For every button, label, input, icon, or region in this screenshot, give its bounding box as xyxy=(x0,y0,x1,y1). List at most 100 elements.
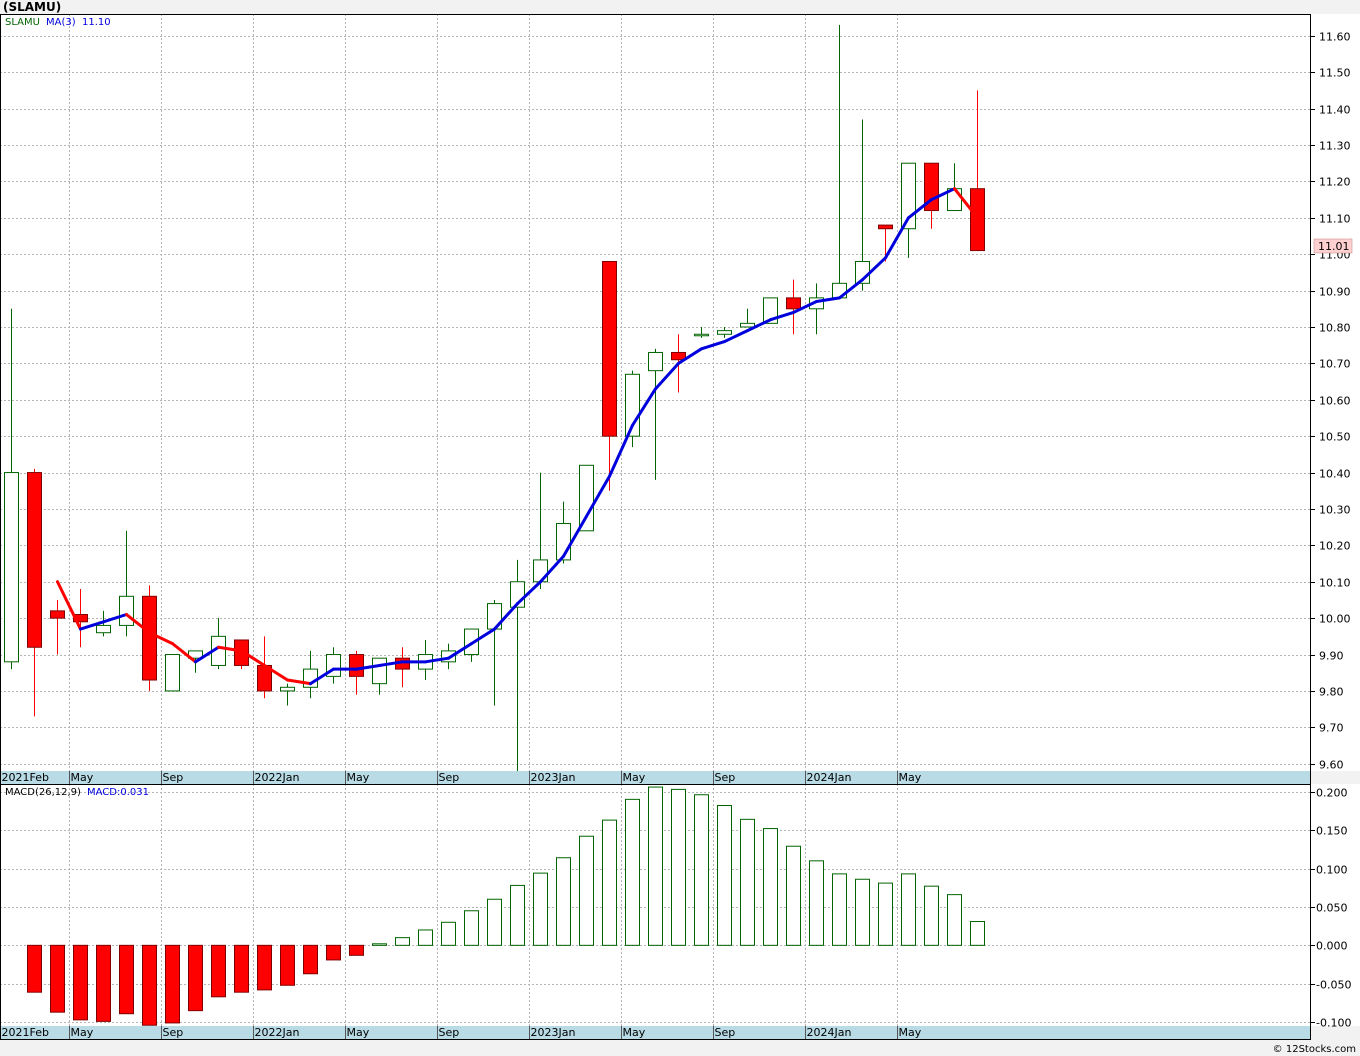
price-tick-label: 10.50 xyxy=(1319,431,1351,444)
x-label: 2021Feb xyxy=(2,1026,49,1039)
price-tick-label: 11.50 xyxy=(1319,67,1351,80)
candle-down xyxy=(27,472,42,648)
macd-tick-label: 0.100 xyxy=(1316,864,1348,877)
price-tick-label: 10.80 xyxy=(1319,322,1351,335)
price-tick-label: 11.20 xyxy=(1319,176,1351,189)
candle-up xyxy=(694,333,709,337)
price-tick-label: 10.30 xyxy=(1319,504,1351,517)
macd-bar-positive xyxy=(510,884,525,946)
x-label: Sep xyxy=(163,1026,184,1039)
macd-bar-positive xyxy=(418,929,433,946)
price-tick-label: 9.70 xyxy=(1319,722,1344,735)
price-tick-label: 10.20 xyxy=(1319,540,1351,553)
candle-down xyxy=(50,610,65,619)
x-label: May xyxy=(71,1026,94,1039)
macd-bar-negative xyxy=(27,944,42,993)
price-tick-label: 9.90 xyxy=(1319,650,1344,663)
footer-credit: © 12Stocks.com xyxy=(1272,1044,1356,1055)
macd-bar-negative xyxy=(257,944,272,991)
x-label: 2021Feb xyxy=(2,771,49,784)
price-tick-label: 10.10 xyxy=(1319,577,1351,590)
macd-bar-negative xyxy=(142,944,157,1026)
macd-tick-label: -0.100 xyxy=(1316,1017,1351,1030)
price-tick-label: 10.90 xyxy=(1319,286,1351,299)
x-label: May xyxy=(899,1026,922,1039)
price-tick-label: 10.70 xyxy=(1319,358,1351,371)
macd-bar-positive xyxy=(786,845,801,946)
macd-bar-negative xyxy=(96,944,111,1022)
macd-bar-negative xyxy=(326,944,341,961)
price-tick-label: 10.60 xyxy=(1319,395,1351,408)
macd-bar-negative xyxy=(73,944,88,1021)
x-label: May xyxy=(899,771,922,784)
candle-down xyxy=(142,595,157,681)
candle-up xyxy=(740,322,755,328)
macd-bar-positive xyxy=(740,818,755,946)
price-tick-label: 11.60 xyxy=(1319,31,1351,44)
macd-bar-positive xyxy=(648,786,663,946)
candle-up xyxy=(119,595,134,626)
x-label: 2022Jan xyxy=(255,771,300,784)
price-date-axis-band xyxy=(0,771,1310,784)
macd-tick-label: 0.200 xyxy=(1316,787,1348,800)
price-tick-label: 10.00 xyxy=(1319,613,1351,626)
macd-bar-negative xyxy=(303,944,318,975)
macd-bar-positive xyxy=(487,898,502,946)
macd-bar-positive xyxy=(395,937,410,946)
candle-up xyxy=(4,472,19,663)
macd-bar-positive xyxy=(763,828,778,946)
x-label: Sep xyxy=(439,771,460,784)
macd-bar-positive xyxy=(372,943,387,946)
price-tick-label: 9.60 xyxy=(1319,759,1344,772)
x-label: May xyxy=(347,1026,370,1039)
x-label: Sep xyxy=(439,1026,460,1039)
candle-down xyxy=(349,654,364,677)
candle-down xyxy=(878,224,893,230)
x-label: 2024Jan xyxy=(807,771,852,784)
price-tick-label: 10.40 xyxy=(1319,468,1351,481)
candle-up xyxy=(165,654,180,692)
price-tick-label: 9.80 xyxy=(1319,686,1344,699)
macd-bar-positive xyxy=(717,805,732,946)
macd-bar-positive xyxy=(809,860,824,946)
macd-bar-negative xyxy=(119,944,134,1015)
macd-bar-negative xyxy=(349,944,364,956)
macd-tick-label: 0.150 xyxy=(1316,825,1348,838)
macd-bar-negative xyxy=(280,944,295,986)
candle-down xyxy=(786,297,801,310)
x-label: May xyxy=(347,771,370,784)
x-label: May xyxy=(71,771,94,784)
macd-bar-negative xyxy=(188,944,203,1012)
x-label: May xyxy=(623,771,646,784)
legend-macd-value: MACD:0.031 xyxy=(87,787,149,798)
candle-up xyxy=(579,464,594,532)
x-label: Sep xyxy=(715,1026,736,1039)
macd-bar-positive xyxy=(970,921,985,946)
macd-date-axis-band xyxy=(0,1026,1310,1039)
macd-tick-label: 0.050 xyxy=(1316,902,1348,915)
candle-up xyxy=(648,351,663,372)
stock-chart: 9.60 9.70 9.80 9.90 10.00 10.10 10.20 10.30 10.4… xyxy=(0,14,1360,1040)
price-tick-label: 11.10 xyxy=(1319,213,1351,226)
macd-tick-label: -0.050 xyxy=(1316,979,1351,992)
x-label: Sep xyxy=(163,771,184,784)
legend-ma-value: 11.10 xyxy=(82,17,111,28)
macd-bar-positive xyxy=(924,885,939,946)
macd-bar-positive xyxy=(625,798,640,946)
price-tick-label: 11.30 xyxy=(1319,140,1351,153)
x-label: 2024Jan xyxy=(807,1026,852,1039)
last-price-label: 11.01 xyxy=(1318,240,1350,253)
macd-bar-positive xyxy=(832,873,847,946)
x-label: 2022Jan xyxy=(255,1026,300,1039)
legend-symbol: SLAMU xyxy=(5,17,40,28)
candle-up xyxy=(717,330,732,335)
macd-bar-positive xyxy=(878,882,893,946)
price-tick-label: 11.40 xyxy=(1319,104,1351,117)
macd-bar-negative xyxy=(211,944,226,998)
macd-bar-positive xyxy=(556,857,571,946)
macd-bar-positive xyxy=(947,894,962,946)
macd-bar-positive xyxy=(441,921,456,946)
x-label: 2023Jan xyxy=(531,771,576,784)
candle-up xyxy=(372,657,387,685)
candle-up xyxy=(96,624,111,634)
